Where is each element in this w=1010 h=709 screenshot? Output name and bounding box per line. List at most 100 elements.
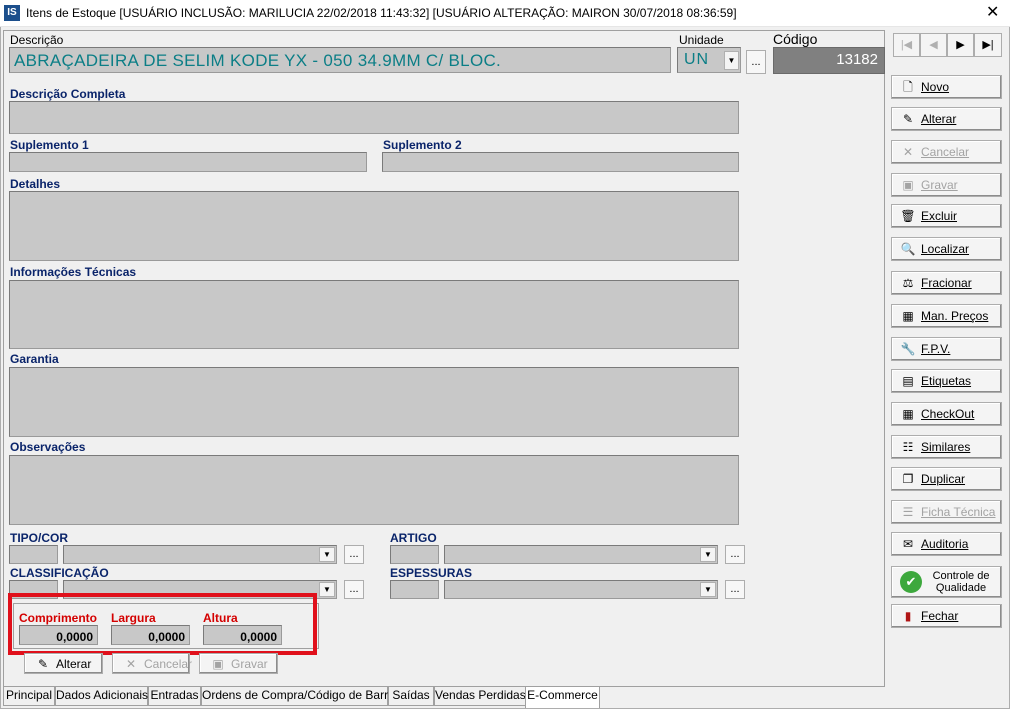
artigo-label: ARTIGO: [390, 531, 437, 545]
fechar-button[interactable]: ▮ Fechar: [891, 604, 1002, 628]
cancelar-button[interactable]: ✕ Cancelar: [891, 140, 1002, 164]
controle-de-qualidade-button[interactable]: ✔ Controle de Qualidade: [891, 566, 1002, 598]
chevron-down-icon[interactable]: ▼: [319, 547, 335, 562]
codigo-label: Código: [773, 31, 818, 47]
cancelar-dim-label: Cancelar: [144, 656, 193, 671]
observacoes-field[interactable]: [9, 455, 739, 525]
calculator-icon: ▦: [902, 309, 914, 323]
tools-icon: 🔧: [900, 342, 916, 356]
man-precos-button[interactable]: ▦ Man. Preços: [891, 304, 1002, 328]
tab-ordens-compra[interactable]: Ordens de Compra/Código de Barras: [201, 687, 401, 706]
espessuras-code-field[interactable]: [390, 580, 439, 599]
tipo-cor-lookup-button[interactable]: ...: [344, 545, 364, 564]
nav-first-button[interactable]: |◀: [893, 33, 920, 57]
chevron-down-icon[interactable]: ▼: [319, 582, 335, 597]
side-button-label: Etiquetas: [921, 374, 972, 388]
unidade-lookup-button[interactable]: ...: [746, 50, 766, 74]
nav-last-button[interactable]: ▶|: [974, 33, 1002, 57]
tipo-cor-code-field[interactable]: [9, 545, 58, 564]
certificate-icon: ✉: [902, 537, 914, 551]
window-title: Itens de Estoque [USUÁRIO INCLUSÃO: MARI…: [26, 6, 737, 20]
side-button-label: Novo: [921, 80, 950, 94]
edit-icon: ✎: [902, 112, 914, 126]
ficha-tecnica-button[interactable]: ☰ Ficha Técnica: [891, 500, 1002, 524]
descricao-label: Descrição: [10, 33, 64, 47]
suplemento1-field[interactable]: [9, 152, 367, 172]
side-button-label: Controle de Qualidade: [932, 570, 990, 594]
espessuras-label: ESPESSURAS: [390, 566, 473, 580]
localizar-button[interactable]: 🔍 Localizar: [891, 237, 1002, 261]
side-button-label: Cancelar: [921, 145, 970, 159]
tab-principal[interactable]: Principal: [3, 687, 55, 706]
edit-icon: ✎: [37, 656, 49, 671]
check-circle-icon: ✔: [900, 571, 922, 593]
checkout-button[interactable]: ▦ CheckOut: [891, 402, 1002, 426]
excluir-button[interactable]: 🗑 Excluir: [891, 204, 1002, 228]
chevron-down-icon[interactable]: ▼: [724, 51, 739, 70]
auditoria-button[interactable]: ✉ Auditoria: [891, 532, 1002, 556]
fracionar-button[interactable]: ⚖ Fracionar: [891, 271, 1002, 295]
tab-dados-adicionais[interactable]: Dados Adicionais: [55, 687, 148, 706]
side-button-label: Alterar: [921, 112, 957, 126]
suplemento1-label: Suplemento 1: [10, 138, 89, 152]
chevron-down-icon[interactable]: ▼: [700, 582, 716, 597]
espessuras-lookup-button[interactable]: ...: [725, 580, 745, 599]
artigo-code-field[interactable]: [390, 545, 439, 564]
info-tecnicas-label: Informações Técnicas: [10, 265, 137, 279]
highlight-box: [8, 593, 317, 655]
detalhes-field[interactable]: [9, 191, 739, 261]
duplicar-button[interactable]: ❐ Duplicar: [891, 467, 1002, 491]
grid-icon: ▦: [902, 407, 914, 421]
alterar-button[interactable]: ✎ Alterar: [891, 107, 1002, 131]
descricao-completa-field[interactable]: [9, 101, 739, 134]
tree-icon: ☷: [902, 440, 914, 454]
side-button-label: Auditoria: [921, 537, 969, 551]
cancelar-dim-button[interactable]: ✕ Cancelar: [112, 653, 193, 674]
save-icon: ▣: [212, 656, 224, 671]
garantia-label: Garantia: [10, 352, 59, 366]
detalhes-label: Detalhes: [10, 177, 61, 191]
suplemento2-label: Suplemento 2: [383, 138, 462, 152]
tipo-cor-select[interactable]: [63, 545, 337, 564]
gravar-button[interactable]: ▣ Gravar: [891, 173, 1002, 197]
suplemento2-field[interactable]: [382, 152, 739, 172]
classificacao-lookup-button[interactable]: ...: [344, 580, 364, 599]
codigo-field[interactable]: 13182: [773, 47, 885, 74]
tab-vendas-perdidas[interactable]: Vendas Perdidas: [434, 687, 526, 706]
tab-saidas[interactable]: Saídas: [388, 687, 434, 706]
novo-button[interactable]: 🗋 Novo: [891, 75, 1002, 99]
artigo-lookup-button[interactable]: ...: [725, 545, 745, 564]
close-icon[interactable]: ✕: [986, 4, 999, 22]
save-icon: ▣: [902, 178, 914, 192]
cancel-icon: ✕: [902, 145, 914, 159]
tab-e-commerce[interactable]: E-Commerce: [525, 686, 600, 708]
side-button-label: Fechar: [921, 609, 959, 623]
app-logo-icon: IS: [4, 5, 20, 21]
gravar-dim-button[interactable]: ▣ Gravar: [199, 653, 278, 674]
espessuras-select[interactable]: [444, 580, 718, 599]
classificacao-label: CLASSIFICAÇÃO: [10, 566, 109, 580]
side-button-label: Localizar: [921, 242, 970, 256]
nav-prev-button[interactable]: ◀: [920, 33, 947, 57]
artigo-select[interactable]: [444, 545, 718, 564]
tab-entradas[interactable]: Entradas: [148, 687, 201, 706]
info-tecnicas-field[interactable]: [9, 280, 739, 349]
etiquetas-button[interactable]: ▤ Etiquetas: [891, 369, 1002, 393]
nav-next-button[interactable]: ▶: [947, 33, 974, 57]
f-p-v-button[interactable]: 🔧 F.P.V.: [891, 337, 1002, 361]
side-button-label: Similares: [921, 440, 971, 454]
chevron-down-icon[interactable]: ▼: [700, 547, 716, 562]
alterar-dim-button[interactable]: ✎ Alterar: [24, 653, 103, 674]
alterar-dim-label: Alterar: [56, 656, 92, 671]
new-document-icon: 🗋: [903, 80, 913, 94]
side-button-label: Excluir: [921, 209, 958, 223]
side-button-label: Fracionar: [921, 276, 972, 290]
labels-icon: ▤: [902, 374, 914, 388]
sheet-icon: ☰: [902, 505, 914, 519]
tipo-cor-label: TIPO/COR: [10, 531, 69, 545]
similares-button[interactable]: ☷ Similares: [891, 435, 1002, 459]
descricao-field[interactable]: ABRAÇADEIRA DE SELIM KODE YX - 050 34.9M…: [9, 47, 671, 73]
side-button-label: Gravar: [921, 178, 958, 192]
duplicate-icon: ❐: [902, 472, 914, 486]
garantia-field[interactable]: [9, 367, 739, 437]
